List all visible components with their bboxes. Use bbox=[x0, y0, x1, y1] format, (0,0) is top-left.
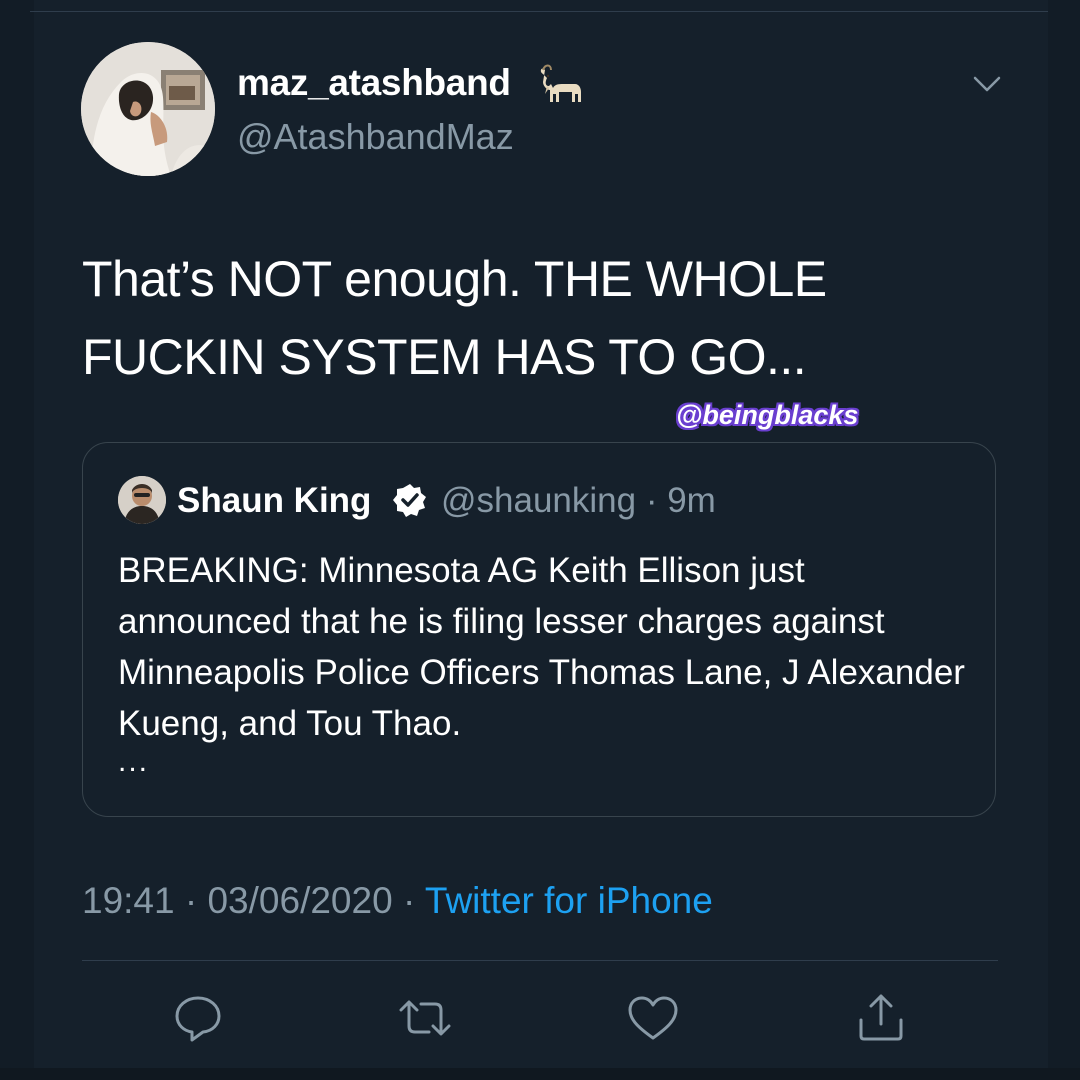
like-icon bbox=[628, 996, 678, 1040]
like-button[interactable] bbox=[625, 990, 681, 1046]
tweet-source-link[interactable]: Twitter for iPhone bbox=[425, 880, 713, 921]
retweet-icon bbox=[399, 1000, 451, 1036]
quoted-tweet-card[interactable]: Shaun King @shaunking · 9m BREAKING: Min… bbox=[82, 442, 996, 817]
share-button[interactable] bbox=[853, 990, 909, 1046]
share-icon bbox=[859, 994, 903, 1041]
meta-separator: · bbox=[402, 880, 416, 921]
tweet-date: 03/06/2020 bbox=[207, 880, 393, 921]
reply-button[interactable] bbox=[170, 990, 226, 1046]
actions-divider bbox=[82, 960, 998, 961]
quoted-handle-time: @shaunking · 9m bbox=[441, 481, 716, 520]
quoted-author-avatar bbox=[118, 476, 166, 524]
tweet-text: That’s NOT enough. THE WHOLE FUCKIN SYST… bbox=[82, 251, 827, 385]
left-edge bbox=[0, 0, 34, 1080]
meta-separator: · bbox=[184, 880, 198, 921]
avatar-photo bbox=[81, 42, 215, 176]
quoted-tweet-text: BREAKING: Minnesota AG Keith Ellison jus… bbox=[118, 551, 965, 743]
retweet-button[interactable] bbox=[397, 990, 453, 1046]
quoted-tweet-ellipsis: ... bbox=[118, 745, 150, 778]
tweet-meta: 19:41 · 03/06/2020 · Twitter for iPhone bbox=[82, 880, 713, 922]
author-avatar[interactable] bbox=[81, 42, 215, 176]
reply-icon bbox=[175, 996, 221, 1042]
goat-icon bbox=[540, 64, 581, 102]
top-divider bbox=[30, 11, 1048, 12]
verified-icon bbox=[393, 484, 426, 517]
author-display-name[interactable]: maz_atashband bbox=[237, 62, 511, 104]
bottom-edge bbox=[0, 1068, 1080, 1080]
quoted-display-name: Shaun King bbox=[177, 481, 372, 520]
quoted-avatar-photo bbox=[118, 476, 166, 524]
tweet-screen: maz_atashband @AtashbandMaz That’s NOT e… bbox=[0, 0, 1080, 1080]
author-handle[interactable]: @AtashbandMaz bbox=[237, 116, 514, 158]
tweet-time: 19:41 bbox=[82, 880, 175, 921]
right-edge bbox=[1048, 0, 1080, 1080]
watermark: @beingblacks bbox=[676, 400, 859, 430]
chevron-down-icon[interactable] bbox=[972, 74, 1002, 94]
